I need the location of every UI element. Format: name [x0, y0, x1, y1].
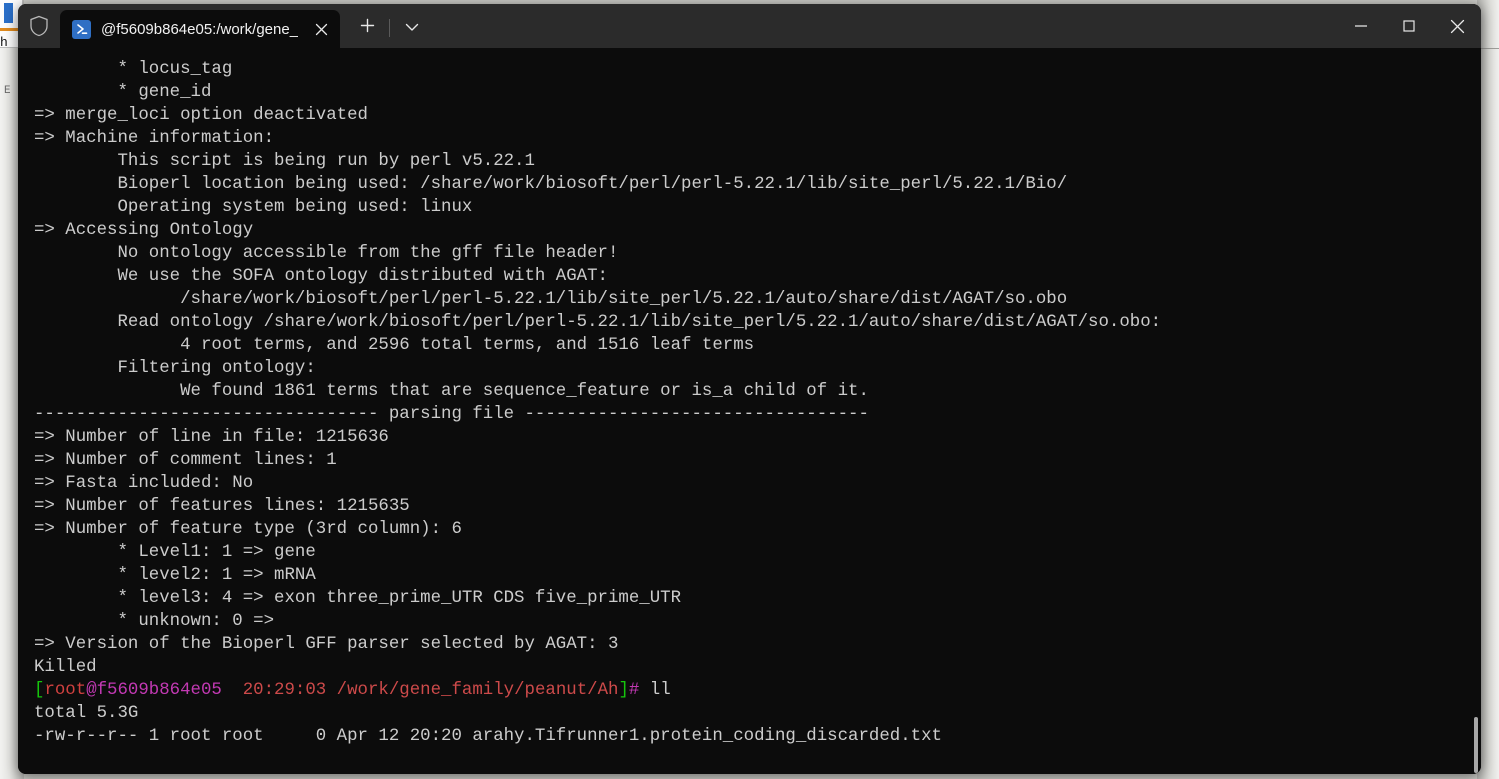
terminal-line: 4 root terms, and 2596 total terms, and …	[34, 336, 755, 355]
terminal-body[interactable]: * locus_tag * gene_id => merge_loci optio…	[18, 48, 1481, 774]
prompt-time: 20:29:03	[242, 681, 327, 700]
terminal-line: Bioperl location being used: /share/work…	[34, 175, 1068, 194]
tab-bar-separator	[389, 19, 391, 37]
chevron-down-icon	[405, 19, 419, 37]
terminal-window: @f5609b864e05:/work/gene_ * locus_tag * …	[18, 4, 1481, 774]
terminal-output: * locus_tag * gene_id => merge_loci optio…	[34, 58, 1471, 748]
terminal-line: => Number of line in file: 1215636	[34, 428, 389, 447]
terminal-line: * level3: 4 => exon three_prime_UTR CDS …	[34, 589, 682, 608]
tab-title: @f5609b864e05:/work/gene_	[101, 20, 299, 38]
terminal-line: => Version of the Bioperl GFF parser sel…	[34, 635, 619, 654]
terminal-line: Operating system being used: linux	[34, 198, 473, 217]
terminal-line: Read ontology /share/work/biosoft/perl/p…	[34, 313, 1162, 332]
terminal-line: * Level1: 1 => gene	[34, 543, 316, 562]
tab-strip[interactable]: @f5609b864e05:/work/gene_	[60, 4, 1337, 48]
terminal-line: => merge_loci option deactivated	[34, 106, 368, 125]
prompt-user: root	[44, 681, 87, 700]
terminal-line: => Number of feature type (3rd column): …	[34, 520, 462, 539]
prompt-bracket-open: [	[34, 681, 45, 700]
maximize-icon	[1401, 18, 1417, 34]
close-icon	[1449, 18, 1466, 35]
window-controls[interactable]	[1337, 4, 1481, 48]
close-button[interactable]	[1433, 4, 1481, 48]
terminal-line: We use the SOFA ontology distributed wit…	[34, 267, 608, 286]
close-icon[interactable]	[306, 14, 336, 44]
terminal-line: We found 1861 terms that are sequence_fe…	[34, 382, 869, 401]
prompt-spacer	[222, 681, 243, 700]
terminal-line: /share/work/biosoft/perl/perl-5.22.1/lib…	[34, 290, 1068, 309]
terminal-line: * gene_id	[34, 83, 212, 102]
terminal-scrollbar-thumb[interactable]	[1474, 717, 1478, 773]
terminal-line: --------------------------------- parsin…	[34, 405, 869, 424]
prompt-path: /work/gene_family/peanut/Ah	[326, 681, 619, 700]
plus-icon	[360, 18, 375, 38]
prompt-hash: #	[628, 681, 640, 700]
terminal-prompt-line: [root@f5609b864e05 20:29:03 /work/gene_f…	[34, 679, 1471, 702]
terminal-line: Filtering ontology:	[34, 359, 316, 378]
minimize-button[interactable]	[1337, 4, 1385, 48]
terminal-tab[interactable]: @f5609b864e05:/work/gene_	[60, 10, 341, 48]
terminal-line: => Fasta included: No	[34, 474, 254, 493]
shield-icon[interactable]	[18, 4, 60, 48]
terminal-line: => Number of comment lines: 1	[34, 451, 337, 470]
terminal-line: Killed	[34, 658, 97, 677]
title-bar[interactable]: @f5609b864e05:/work/gene_	[18, 4, 1481, 48]
prompt-command: ll	[639, 681, 671, 700]
new-tab-button[interactable]	[350, 11, 384, 45]
terminal-line: => Accessing Ontology	[34, 221, 254, 240]
screen: h E @f5609b864e05:/work/gene_ * locus_ta…	[0, 0, 1499, 779]
terminal-line: total 5.3G	[34, 704, 139, 723]
background-window-blue-icon	[4, 3, 13, 23]
terminal-line: * locus_tag	[34, 60, 233, 79]
prompt-host: @f5609b864e05	[86, 681, 222, 700]
terminal-line: -rw-r--r-- 1 root root 0 Apr 12 20:20 ar…	[34, 727, 942, 746]
powershell-prompt-icon	[72, 19, 91, 39]
maximize-button[interactable]	[1385, 4, 1433, 48]
terminal-line: * level2: 1 => mRNA	[34, 566, 316, 585]
tab-dropdown-button[interactable]	[395, 11, 429, 45]
background-window-small-text: E	[4, 85, 11, 97]
terminal-line: => Number of features lines: 1215635	[34, 497, 410, 516]
minimize-icon	[1353, 18, 1369, 34]
prompt-bracket-close: ]	[618, 681, 629, 700]
terminal-line: * unknown: 0 =>	[34, 612, 275, 631]
terminal-line: This script is being run by perl v5.22.1	[34, 152, 535, 171]
terminal-line: => Machine information:	[34, 129, 275, 148]
terminal-line: No ontology accessible from the gff file…	[34, 244, 619, 263]
